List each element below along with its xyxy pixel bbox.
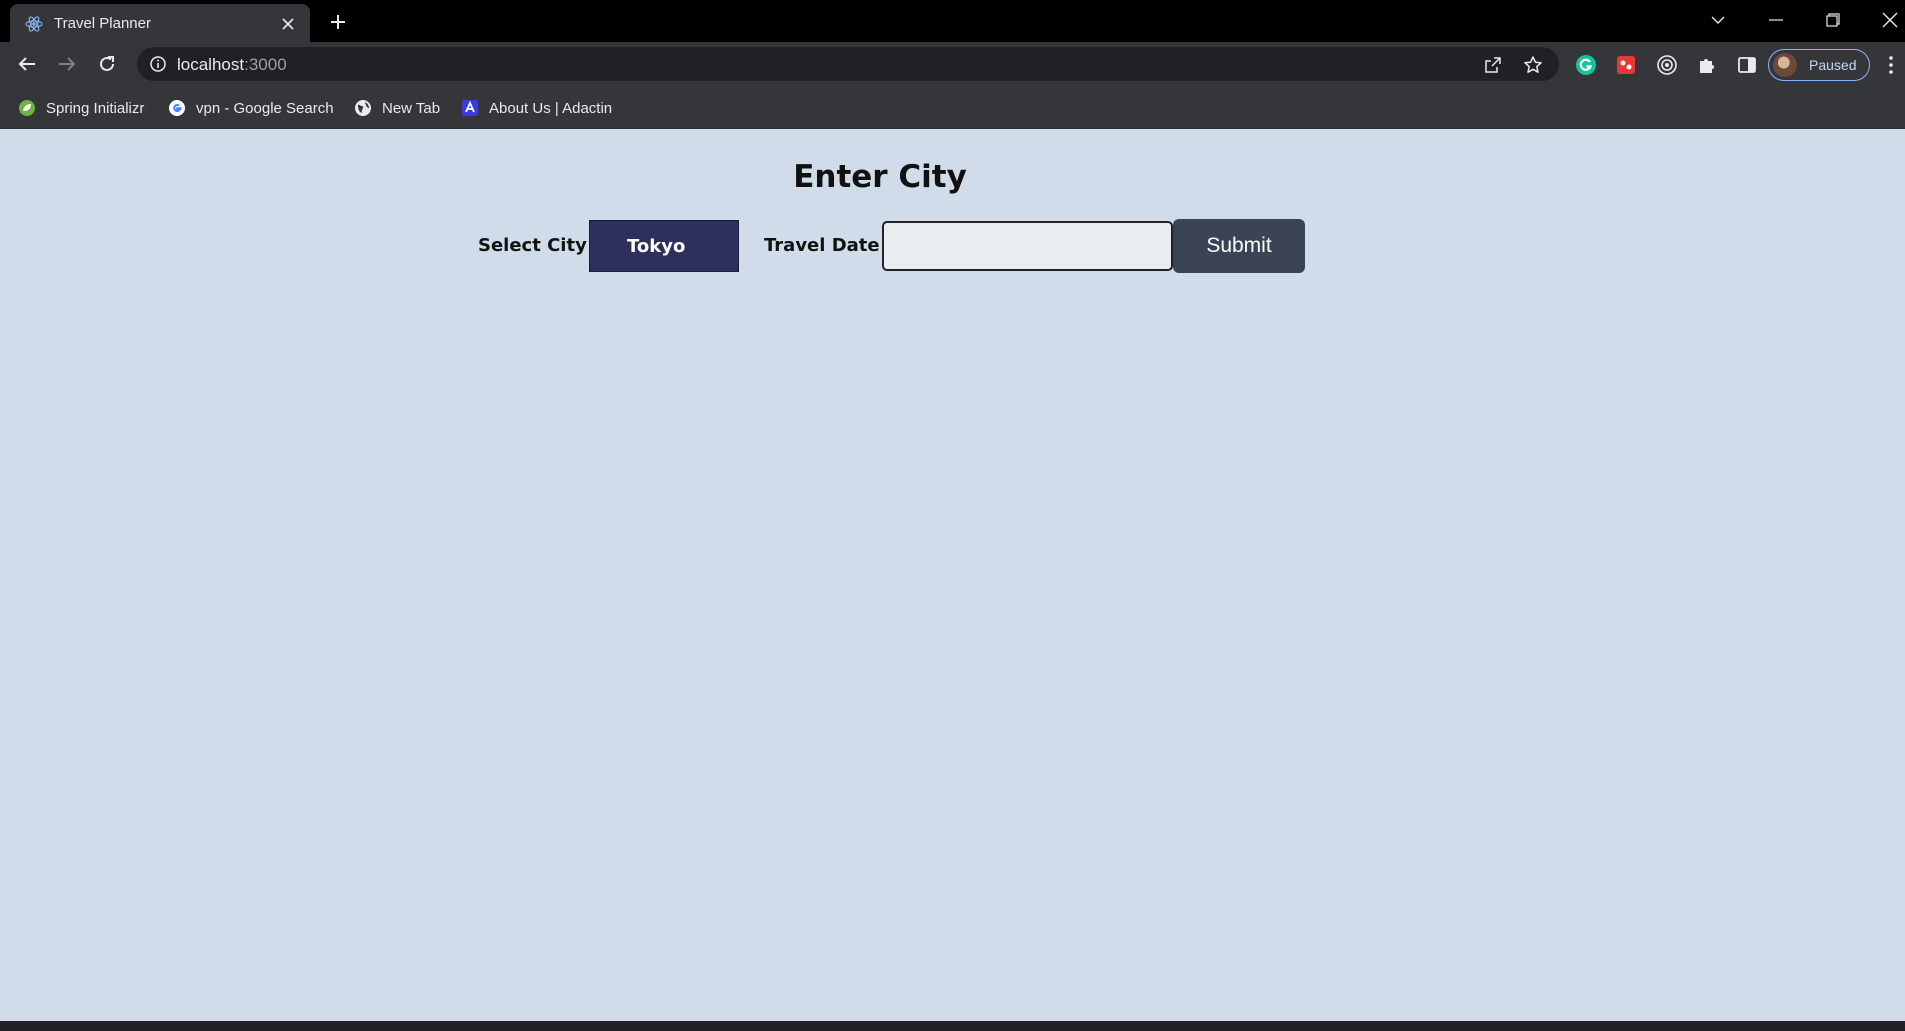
share-icon[interactable]: [1482, 54, 1504, 76]
bookmark-star-icon[interactable]: [1522, 54, 1544, 76]
reload-icon[interactable]: [92, 49, 122, 79]
bookmark-spring-initializr[interactable]: Spring Initializr: [18, 96, 144, 120]
url-text: localhost:3000: [177, 55, 287, 75]
city-select-value: Tokyo: [627, 235, 686, 257]
side-panel-icon[interactable]: [1736, 54, 1758, 76]
city-select[interactable]: Tokyo: [589, 220, 739, 272]
forward-arrow-icon[interactable]: [52, 49, 82, 79]
restore-icon[interactable]: [1818, 7, 1848, 33]
travel-date-label: Travel Date: [764, 235, 880, 256]
close-window-icon[interactable]: [1875, 7, 1905, 33]
back-arrow-icon[interactable]: [12, 49, 42, 79]
profile-button[interactable]: Paused: [1768, 49, 1870, 81]
tab-travel-planner[interactable]: Travel Planner: [10, 4, 310, 42]
bookmark-label: Spring Initializr: [46, 99, 145, 117]
new-tab-plus-icon[interactable]: [325, 9, 351, 35]
globe-icon: [354, 99, 372, 117]
spring-leaf-icon: [18, 99, 36, 117]
bookmark-label: vpn - Google Search: [196, 99, 334, 117]
red-extension-icon[interactable]: [1615, 54, 1637, 76]
target-extension-icon[interactable]: [1656, 54, 1678, 76]
bookmark-label: New Tab: [382, 99, 441, 117]
adactin-icon: [461, 99, 479, 117]
address-bar[interactable]: localhost:3000: [137, 47, 1559, 81]
bookmark-label: About Us | Adactin: [489, 99, 613, 117]
bookmark-about-us-adactin[interactable]: About Us | Adactin: [461, 96, 612, 120]
bookmark-new-tab[interactable]: New Tab: [354, 96, 440, 120]
tab-strip: Travel Planner: [0, 0, 1905, 42]
react-icon: [25, 15, 43, 33]
submit-button[interactable]: Submit: [1173, 219, 1305, 273]
travel-date-input[interactable]: [882, 221, 1173, 271]
close-tab-icon[interactable]: [278, 14, 298, 34]
tab-title: Travel Planner: [54, 15, 151, 32]
page-content: Enter City Select City Tokyo Travel Date…: [0, 129, 1905, 1021]
url-host: localhost: [177, 55, 245, 74]
tab-search-chevron-icon[interactable]: [1703, 7, 1733, 33]
kebab-menu-icon[interactable]: [1883, 54, 1899, 76]
google-icon: [168, 99, 186, 117]
grammarly-icon[interactable]: [1575, 54, 1597, 76]
select-city-label: Select City: [478, 235, 587, 256]
bookmarks-bar: Spring Initializr vpn - Google Search Ne…: [0, 88, 1905, 129]
browser-toolbar: localhost:3000 Paused: [0, 42, 1905, 88]
url-port: :3000: [244, 55, 287, 74]
minimize-icon[interactable]: [1761, 7, 1791, 33]
avatar: [1773, 53, 1797, 77]
profile-status: Paused: [1809, 57, 1857, 73]
taskbar-edge: [0, 1021, 1905, 1031]
bookmark-vpn-google-search[interactable]: vpn - Google Search: [168, 96, 334, 120]
extensions-puzzle-icon[interactable]: [1696, 54, 1718, 76]
page-title: Enter City: [793, 159, 967, 195]
site-info-icon[interactable]: [149, 55, 167, 73]
